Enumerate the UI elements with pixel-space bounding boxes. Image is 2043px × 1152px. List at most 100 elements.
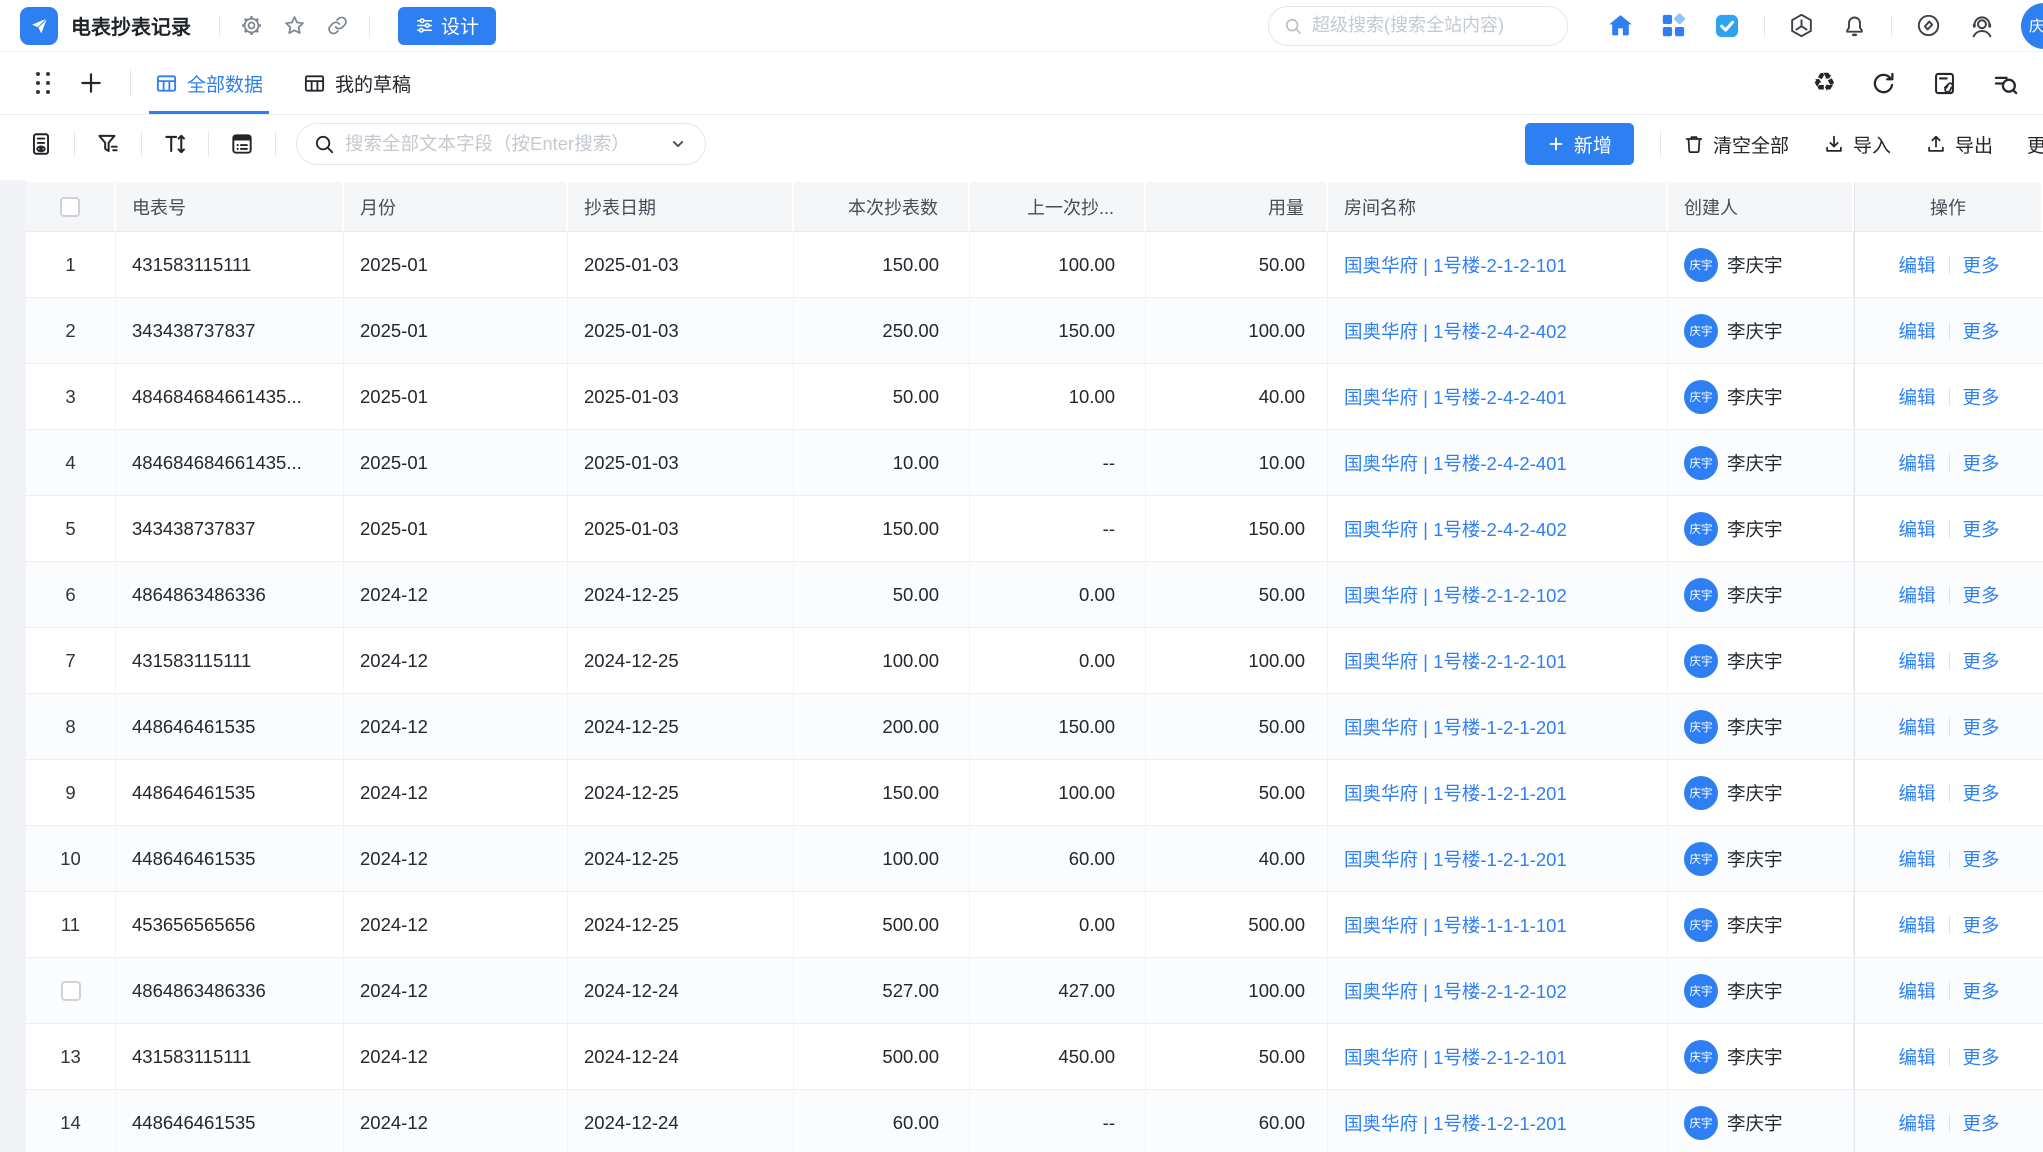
row-select-cell[interactable]: 5 — [26, 496, 116, 561]
app-logo[interactable] — [20, 7, 58, 45]
column-header-date[interactable]: 抄表日期 — [568, 182, 794, 231]
add-record-button[interactable]: 新增 — [1525, 123, 1634, 165]
more-link[interactable]: 更多 — [1963, 648, 2000, 674]
favorite-star-icon[interactable] — [283, 14, 306, 37]
design-button[interactable]: 设计 — [398, 7, 496, 45]
row-select-cell[interactable]: 7 — [26, 628, 116, 693]
tab-all-data[interactable]: 全部数据 — [155, 52, 263, 114]
row-select-cell[interactable]: 9 — [26, 760, 116, 825]
more-link[interactable]: 更多 — [1963, 318, 2000, 344]
more-link[interactable]: 更多 — [1963, 1110, 2000, 1136]
edit-link[interactable]: 编辑 — [1898, 1110, 1935, 1136]
row-select-cell[interactable]: 11 — [26, 892, 116, 957]
table-row[interactable]: 5 343438737837 2025-01 2025-01-03 150.00… — [26, 496, 2043, 562]
row-select-cell[interactable]: 3 — [26, 364, 116, 429]
column-header-month[interactable]: 月份 — [344, 182, 568, 231]
room-name-link[interactable]: 国奥华府 | 1号楼-2-1-2-102 — [1344, 978, 1567, 1004]
refresh-icon[interactable] — [1870, 70, 1897, 97]
row-select-cell[interactable]: 13 — [26, 1024, 116, 1089]
edit-link[interactable]: 编辑 — [1898, 450, 1935, 476]
more-link[interactable]: 更多 — [1963, 714, 2000, 740]
more-link[interactable]: 更多 — [1963, 450, 2000, 476]
row-checkbox[interactable] — [61, 981, 81, 1001]
edit-link[interactable]: 编辑 — [1898, 846, 1935, 872]
row-select-cell[interactable]: 8 — [26, 694, 116, 759]
column-header-usage[interactable]: 用量 — [1146, 182, 1328, 231]
user-avatar[interactable]: 庆宇 — [2021, 3, 2043, 49]
column-header-creator[interactable]: 创建人 — [1668, 182, 1854, 231]
room-name-link[interactable]: 国奥华府 | 1号楼-2-1-2-101 — [1344, 648, 1567, 674]
more-link[interactable]: 更多 — [1963, 384, 2000, 410]
select-all-checkbox[interactable] — [60, 197, 80, 217]
global-search-input[interactable] — [1312, 15, 1553, 36]
table-row[interactable]: 6 4864863486336 2024-12 2024-12-25 50.00… — [26, 562, 2043, 628]
room-name-link[interactable]: 国奥华府 | 1号楼-2-1-2-101 — [1344, 252, 1567, 278]
data-link-document-icon[interactable] — [1931, 70, 1958, 97]
filter-funnel-icon[interactable] — [95, 131, 121, 157]
column-header-current[interactable]: 本次抄表数 — [794, 182, 970, 231]
room-name-link[interactable]: 国奥华府 | 1号楼-1-2-1-201 — [1344, 780, 1567, 806]
tab-my-draft[interactable]: 我的草稿 — [303, 52, 411, 114]
table-row[interactable]: 12 4864863486336 2024-12 2024-12-24 527.… — [26, 958, 2043, 1024]
more-link[interactable]: 更多 — [1963, 582, 2000, 608]
room-name-link[interactable]: 国奥华府 | 1号楼-1-2-1-201 — [1344, 846, 1567, 872]
row-select-cell[interactable]: 12 — [26, 958, 116, 1023]
field-search-input[interactable] — [345, 133, 657, 155]
more-link[interactable]: 更多 — [1963, 780, 2000, 806]
table-row[interactable]: 8 448646461535 2024-12 2024-12-25 200.00… — [26, 694, 2043, 760]
table-row[interactable]: 11 453656565656 2024-12 2024-12-25 500.0… — [26, 892, 2043, 958]
row-select-cell[interactable]: 4 — [26, 430, 116, 495]
room-name-link[interactable]: 国奥华府 | 1号楼-2-4-2-402 — [1344, 318, 1567, 344]
edit-link[interactable]: 编辑 — [1898, 318, 1935, 344]
chevron-down-icon[interactable] — [667, 133, 689, 155]
global-search-box[interactable] — [1268, 6, 1568, 46]
table-row[interactable]: 13 431583115111 2024-12 2024-12-24 500.0… — [26, 1024, 2043, 1090]
edit-link[interactable]: 编辑 — [1898, 714, 1935, 740]
room-name-link[interactable]: 国奥华府 | 1号楼-1-2-1-201 — [1344, 714, 1567, 740]
home-icon[interactable] — [1607, 12, 1634, 39]
row-select-cell[interactable]: 10 — [26, 826, 116, 891]
row-select-cell[interactable]: 6 — [26, 562, 116, 627]
room-name-link[interactable]: 国奥华府 | 1号楼-2-4-2-401 — [1344, 384, 1567, 410]
export-button[interactable]: 导出 — [1925, 131, 1993, 158]
more-link[interactable]: 更多 — [1963, 1044, 2000, 1070]
recycle-bin-icon[interactable]: ♻ — [1813, 70, 1836, 96]
table-row[interactable]: 7 431583115111 2024-12 2024-12-25 100.00… — [26, 628, 2043, 694]
add-sheet-icon[interactable] — [78, 70, 104, 96]
apps-grid-icon[interactable] — [1660, 12, 1687, 39]
more-link[interactable]: 更多 — [1963, 516, 2000, 542]
query-search-icon[interactable] — [1992, 70, 2019, 97]
edit-link[interactable]: 编辑 — [1898, 648, 1935, 674]
room-name-link[interactable]: 国奥华府 | 1号楼-1-1-1-101 — [1344, 912, 1567, 938]
room-name-link[interactable]: 国奥华府 | 1号楼-2-1-2-102 — [1344, 582, 1567, 608]
table-row[interactable]: 9 448646461535 2024-12 2024-12-25 150.00… — [26, 760, 2043, 826]
more-link[interactable]: 更多 — [1963, 912, 2000, 938]
column-header-meter[interactable]: 电表号 — [116, 182, 344, 231]
clear-all-button[interactable]: 清空全部 — [1683, 131, 1789, 158]
row-select-cell[interactable]: 14 — [26, 1090, 116, 1152]
edit-link[interactable]: 编辑 — [1898, 582, 1935, 608]
edit-link[interactable]: 编辑 — [1898, 252, 1935, 278]
more-link[interactable]: 更多 — [1963, 252, 2000, 278]
drag-handle-icon[interactable] — [36, 72, 50, 94]
table-row[interactable]: 4 484684684661435... 2025-01 2025-01-03 … — [26, 430, 2043, 496]
edit-link[interactable]: 编辑 — [1898, 912, 1935, 938]
table-row[interactable]: 1 431583115111 2025-01 2025-01-03 150.00… — [26, 232, 2043, 298]
more-link[interactable]: 更多 — [1963, 846, 2000, 872]
row-height-icon[interactable] — [162, 131, 188, 157]
workbench-hexagon-icon[interactable] — [1788, 12, 1815, 39]
edit-link[interactable]: 编辑 — [1898, 1044, 1935, 1070]
column-header-previous[interactable]: 上一次抄... — [970, 182, 1146, 231]
notification-bell-icon[interactable] — [1841, 12, 1868, 39]
table-row[interactable]: 14 448646461535 2024-12 2024-12-24 60.00… — [26, 1090, 2043, 1152]
edit-link[interactable]: 编辑 — [1898, 780, 1935, 806]
edit-link[interactable]: 编辑 — [1898, 384, 1935, 410]
column-header-room[interactable]: 房间名称 — [1328, 182, 1668, 231]
more-link[interactable]: 更多 — [1963, 978, 2000, 1004]
field-search-box[interactable] — [296, 123, 706, 165]
share-link-icon[interactable] — [326, 14, 349, 37]
card-view-icon[interactable] — [229, 131, 255, 157]
edit-link[interactable]: 编辑 — [1898, 978, 1935, 1004]
row-select-cell[interactable]: 2 — [26, 298, 116, 363]
table-row[interactable]: 10 448646461535 2024-12 2024-12-25 100.0… — [26, 826, 2043, 892]
